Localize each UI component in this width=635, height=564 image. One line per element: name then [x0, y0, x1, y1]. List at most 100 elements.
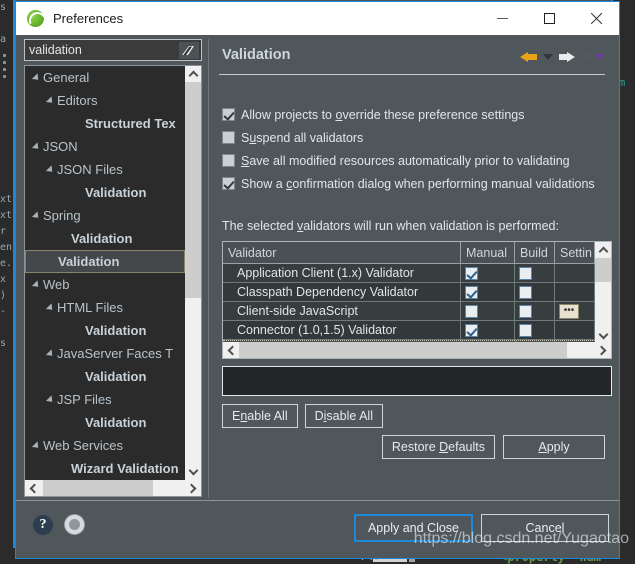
- tree-vertical-scrollbar[interactable]: [185, 66, 201, 480]
- column-header-settings[interactable]: Settin: [555, 242, 595, 263]
- maximize-button[interactable]: [526, 2, 572, 34]
- build-checkbox-cell[interactable]: [515, 302, 555, 320]
- build-checkbox-icon[interactable]: [519, 324, 532, 337]
- tree-item[interactable]: Editors: [25, 89, 185, 112]
- build-checkbox-cell[interactable]: [515, 264, 555, 282]
- settings-cell[interactable]: [555, 283, 595, 301]
- tree-scroll-up-button[interactable]: [185, 66, 201, 82]
- help-question-icon[interactable]: ?: [33, 515, 53, 535]
- checkbox-icon[interactable]: [222, 108, 235, 121]
- arrow-left-icon[interactable]: [519, 48, 539, 66]
- build-checkbox-icon[interactable]: [519, 286, 532, 299]
- tree-expand-arrow-icon[interactable]: [43, 396, 57, 404]
- build-checkbox-cell[interactable]: [515, 283, 555, 301]
- table-vertical-scrollbar[interactable]: [595, 242, 611, 344]
- tree-item[interactable]: JSON: [25, 135, 185, 158]
- apply-and-close-button[interactable]: Apply and Close: [354, 514, 473, 542]
- tree-expand-arrow-icon[interactable]: [43, 166, 57, 174]
- validators-table[interactable]: Validator Manual Build Settin Applicatio…: [222, 241, 612, 359]
- table-row[interactable]: Client-side JavaScript•••: [223, 302, 611, 321]
- tree-expand-arrow-icon[interactable]: [29, 442, 43, 450]
- enable-all-button[interactable]: Enable All: [222, 404, 298, 428]
- tree-item[interactable]: Validation: [25, 181, 185, 204]
- tree-item[interactable]: Spring: [25, 204, 185, 227]
- manual-checkbox-cell[interactable]: [461, 321, 515, 339]
- settings-ellipsis-button[interactable]: •••: [559, 304, 579, 319]
- tree-expand-arrow-icon[interactable]: [43, 97, 57, 105]
- column-header-manual[interactable]: Manual: [461, 242, 515, 263]
- back-history-chevron-down-icon[interactable]: [543, 54, 553, 60]
- checkbox-icon[interactable]: [222, 177, 235, 190]
- tree-hscrollbar-thumb[interactable]: [43, 480, 153, 496]
- table-horizontal-scrollbar[interactable]: [223, 342, 611, 358]
- settings-cell[interactable]: •••: [555, 302, 595, 320]
- tree-expand-arrow-icon[interactable]: [29, 212, 43, 220]
- manual-checkbox-cell[interactable]: [461, 302, 515, 320]
- table-row[interactable]: Classpath Dependency Validator: [223, 283, 611, 302]
- tree-item[interactable]: Web: [25, 273, 185, 296]
- tree-horizontal-scrollbar[interactable]: [25, 480, 201, 496]
- tree-item[interactable]: Validation: [25, 227, 185, 250]
- tree-expand-arrow-icon[interactable]: [29, 74, 43, 82]
- tree-item[interactable]: HTML Files: [25, 296, 185, 319]
- tree-item[interactable]: JavaServer Faces T: [25, 342, 185, 365]
- build-checkbox-icon[interactable]: [519, 267, 532, 280]
- tree-item[interactable]: Validation: [25, 250, 185, 273]
- tree-scroll-right-button[interactable]: [185, 480, 201, 496]
- table-scroll-right-button[interactable]: [595, 342, 611, 358]
- preferences-tree[interactable]: GeneralEditorsStructured TexJSONJSON Fil…: [24, 65, 202, 497]
- import-export-icon[interactable]: [64, 514, 85, 535]
- tree-expand-arrow-icon[interactable]: [29, 281, 43, 289]
- filter-search-box[interactable]: validation: [24, 39, 202, 61]
- validation-option-row[interactable]: Allow projects to override these prefere…: [222, 103, 595, 126]
- table-row[interactable]: Connector (1.0,1.5) Validator: [223, 321, 611, 340]
- checkbox-icon[interactable]: [222, 154, 235, 167]
- tree-scrollbar-thumb[interactable]: [185, 82, 201, 298]
- manual-checkbox-cell[interactable]: [461, 264, 515, 282]
- table-scroll-left-button[interactable]: [223, 342, 239, 358]
- tree-scroll-down-button[interactable]: [185, 464, 201, 480]
- apply-button[interactable]: Apply: [503, 435, 605, 459]
- tree-scroll-left-button[interactable]: [25, 480, 41, 496]
- build-checkbox-cell[interactable]: [515, 321, 555, 339]
- validation-option-row[interactable]: Save all modified resources automaticall…: [222, 149, 595, 172]
- manual-checkbox-cell[interactable]: [461, 283, 515, 301]
- table-scroll-up-button[interactable]: [595, 242, 611, 258]
- settings-cell[interactable]: [555, 321, 595, 339]
- tree-item[interactable]: JSP Files: [25, 388, 185, 411]
- close-button[interactable]: [573, 2, 619, 34]
- tree-expand-arrow-icon[interactable]: [43, 350, 57, 358]
- dialog-title-bar[interactable]: Preferences: [16, 2, 619, 35]
- build-checkbox-icon[interactable]: [519, 305, 532, 318]
- checkbox-icon[interactable]: [222, 131, 235, 144]
- tree-item[interactable]: Validation: [25, 411, 185, 434]
- tree-item[interactable]: JSON Files: [25, 158, 185, 181]
- tree-expand-arrow-icon[interactable]: [43, 304, 57, 312]
- table-hscrollbar-thumb[interactable]: [239, 342, 567, 358]
- column-header-build[interactable]: Build: [515, 242, 555, 263]
- arrow-right-icon[interactable]: [557, 48, 577, 66]
- search-input[interactable]: validation: [29, 43, 82, 57]
- tree-expand-arrow-icon[interactable]: [29, 143, 43, 151]
- view-menu-chevron-down-icon[interactable]: [595, 54, 605, 60]
- disable-all-button[interactable]: Disable All: [305, 404, 383, 428]
- tree-item[interactable]: Validation: [25, 319, 185, 342]
- manual-checkbox-icon[interactable]: [465, 305, 478, 318]
- eraser-icon[interactable]: [179, 42, 199, 59]
- tree-item[interactable]: General: [25, 66, 185, 89]
- manual-checkbox-icon[interactable]: [465, 286, 478, 299]
- cancel-button[interactable]: Cancel: [481, 514, 609, 542]
- restore-defaults-button[interactable]: Restore Defaults: [382, 435, 495, 459]
- validation-option-row[interactable]: Show a confirmation dialog when performi…: [222, 172, 595, 195]
- tree-item[interactable]: Web Services: [25, 434, 185, 457]
- table-row[interactable]: Application Client (1.x) Validator: [223, 264, 611, 283]
- table-scrollbar-thumb[interactable]: [595, 258, 611, 282]
- minimize-button[interactable]: [479, 2, 525, 34]
- tree-item[interactable]: Structured Tex: [25, 112, 185, 135]
- tree-item[interactable]: Wizard Validation: [25, 457, 185, 480]
- manual-checkbox-icon[interactable]: [465, 267, 478, 280]
- tree-item[interactable]: Validation: [25, 365, 185, 388]
- column-header-validator[interactable]: Validator: [223, 242, 461, 263]
- validation-option-row[interactable]: Suspend all validators: [222, 126, 595, 149]
- manual-checkbox-icon[interactable]: [465, 324, 478, 337]
